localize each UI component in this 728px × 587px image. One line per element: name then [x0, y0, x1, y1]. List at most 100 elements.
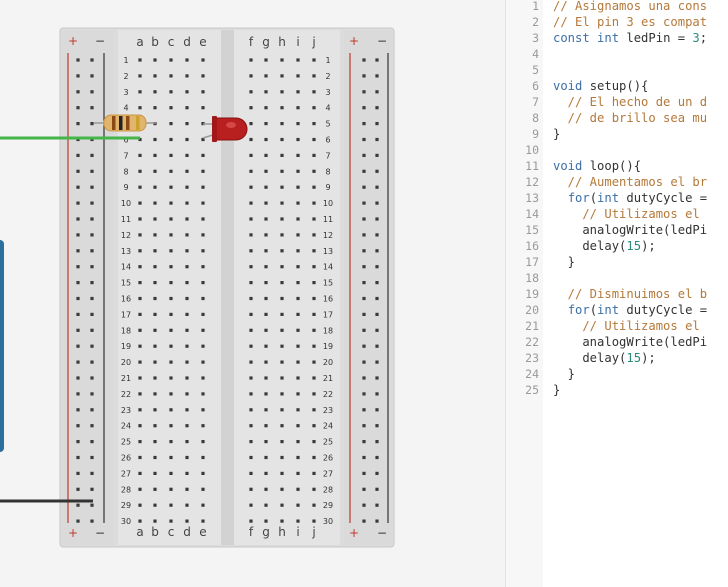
- breadboard-hole[interactable]: [280, 376, 284, 380]
- breadboard-hole[interactable]: [185, 440, 189, 444]
- breadboard-hole[interactable]: [280, 328, 284, 332]
- code-line[interactable]: for(int dutyCycle =: [553, 302, 707, 318]
- rail-hole[interactable]: [375, 153, 379, 157]
- rail-hole[interactable]: [76, 471, 80, 475]
- breadboard-hole[interactable]: [169, 58, 173, 62]
- rail-hole[interactable]: [76, 185, 80, 189]
- breadboard-hole[interactable]: [296, 122, 300, 126]
- rail-hole[interactable]: [90, 344, 94, 348]
- breadboard-hole[interactable]: [312, 455, 316, 460]
- breadboard-hole[interactable]: [296, 90, 300, 94]
- breadboard-hole[interactable]: [201, 455, 205, 460]
- rail-hole[interactable]: [375, 328, 379, 332]
- breadboard-hole[interactable]: [296, 58, 300, 62]
- breadboard-hole[interactable]: [280, 169, 284, 173]
- breadboard-hole[interactable]: [312, 487, 316, 491]
- breadboard-hole[interactable]: [249, 185, 253, 189]
- rail-hole[interactable]: [90, 169, 94, 173]
- rail-hole[interactable]: [362, 392, 366, 396]
- code-line[interactable]: delay(15);: [553, 350, 655, 366]
- breadboard-hole[interactable]: [153, 58, 157, 62]
- breadboard-hole[interactable]: [264, 249, 268, 253]
- breadboard-hole[interactable]: [153, 360, 157, 364]
- rail-hole[interactable]: [362, 217, 366, 221]
- breadboard-hole[interactable]: [280, 487, 284, 491]
- breadboard-hole[interactable]: [185, 376, 189, 380]
- rail-hole[interactable]: [90, 281, 94, 285]
- breadboard-hole[interactable]: [138, 312, 142, 316]
- breadboard-hole[interactable]: [249, 424, 253, 428]
- breadboard-hole[interactable]: [169, 217, 173, 221]
- code-line[interactable]: void setup(){: [553, 78, 648, 94]
- breadboard-hole[interactable]: [312, 90, 316, 94]
- breadboard-hole[interactable]: [264, 169, 268, 173]
- breadboard-hole[interactable]: [185, 233, 189, 237]
- breadboard-hole[interactable]: [312, 503, 316, 507]
- breadboard-hole[interactable]: [153, 217, 157, 221]
- breadboard-hole[interactable]: [185, 312, 189, 316]
- breadboard-hole[interactable]: [201, 58, 205, 62]
- rail-hole[interactable]: [76, 233, 80, 237]
- rail-hole[interactable]: [90, 106, 94, 110]
- rail-hole[interactable]: [362, 90, 366, 94]
- breadboard-hole[interactable]: [264, 74, 268, 78]
- rail-hole[interactable]: [90, 74, 94, 78]
- breadboard-hole[interactable]: [201, 312, 205, 316]
- rail-hole[interactable]: [375, 408, 379, 412]
- breadboard-hole[interactable]: [169, 122, 173, 126]
- rail-hole[interactable]: [362, 487, 366, 491]
- code-line[interactable]: }: [553, 126, 560, 142]
- breadboard-hole[interactable]: [280, 312, 284, 316]
- breadboard-hole[interactable]: [185, 296, 189, 301]
- breadboard-hole[interactable]: [185, 265, 189, 269]
- breadboard-hole[interactable]: [153, 471, 157, 475]
- code-line[interactable]: // El pin 3 es compat: [553, 14, 707, 30]
- breadboard-hole[interactable]: [138, 233, 142, 237]
- rail-hole[interactable]: [375, 201, 379, 205]
- breadboard-hole[interactable]: [185, 153, 189, 157]
- breadboard-hole[interactable]: [296, 344, 300, 348]
- code-line[interactable]: }: [553, 382, 560, 398]
- breadboard-hole[interactable]: [138, 519, 142, 523]
- breadboard-hole[interactable]: [312, 471, 316, 475]
- rail-hole[interactable]: [76, 328, 80, 332]
- breadboard-hole[interactable]: [153, 265, 157, 269]
- breadboard-hole[interactable]: [249, 265, 253, 269]
- breadboard-hole[interactable]: [169, 169, 173, 173]
- breadboard-hole[interactable]: [201, 296, 205, 301]
- breadboard-hole[interactable]: [312, 360, 316, 364]
- breadboard-hole[interactable]: [296, 328, 300, 332]
- breadboard-hole[interactable]: [312, 217, 316, 221]
- breadboard-hole[interactable]: [169, 408, 173, 412]
- breadboard-hole[interactable]: [312, 344, 316, 348]
- code-line[interactable]: // El hecho de un d: [553, 94, 707, 110]
- breadboard-hole[interactable]: [280, 122, 284, 126]
- rail-hole[interactable]: [90, 185, 94, 189]
- rail-hole[interactable]: [90, 455, 94, 460]
- breadboard-hole[interactable]: [249, 137, 253, 142]
- breadboard-hole[interactable]: [264, 471, 268, 475]
- rail-hole[interactable]: [76, 312, 80, 316]
- breadboard-hole[interactable]: [185, 487, 189, 491]
- breadboard-hole[interactable]: [264, 408, 268, 412]
- breadboard-hole[interactable]: [169, 360, 173, 364]
- rail-hole[interactable]: [362, 137, 366, 142]
- breadboard-hole[interactable]: [201, 471, 205, 475]
- breadboard-hole[interactable]: [185, 90, 189, 94]
- code-line[interactable]: // Aumentamos el br: [553, 174, 707, 190]
- breadboard-hole[interactable]: [153, 455, 157, 460]
- rail-hole[interactable]: [76, 344, 80, 348]
- breadboard-hole[interactable]: [312, 185, 316, 189]
- rail-hole[interactable]: [375, 503, 379, 507]
- rail-hole[interactable]: [375, 440, 379, 444]
- rail-hole[interactable]: [76, 122, 80, 126]
- code-line[interactable]: analogWrite(ledPi: [553, 222, 707, 238]
- breadboard-hole[interactable]: [280, 408, 284, 412]
- rail-hole[interactable]: [76, 217, 80, 221]
- breadboard-hole[interactable]: [169, 265, 173, 269]
- rail-hole[interactable]: [362, 503, 366, 507]
- rail-hole[interactable]: [76, 408, 80, 412]
- breadboard-hole[interactable]: [138, 217, 142, 221]
- breadboard-hole[interactable]: [138, 169, 142, 173]
- circuit-canvas[interactable]: ++−−++−−aabbccddeeffgghhiijj112233445566…: [0, 0, 505, 587]
